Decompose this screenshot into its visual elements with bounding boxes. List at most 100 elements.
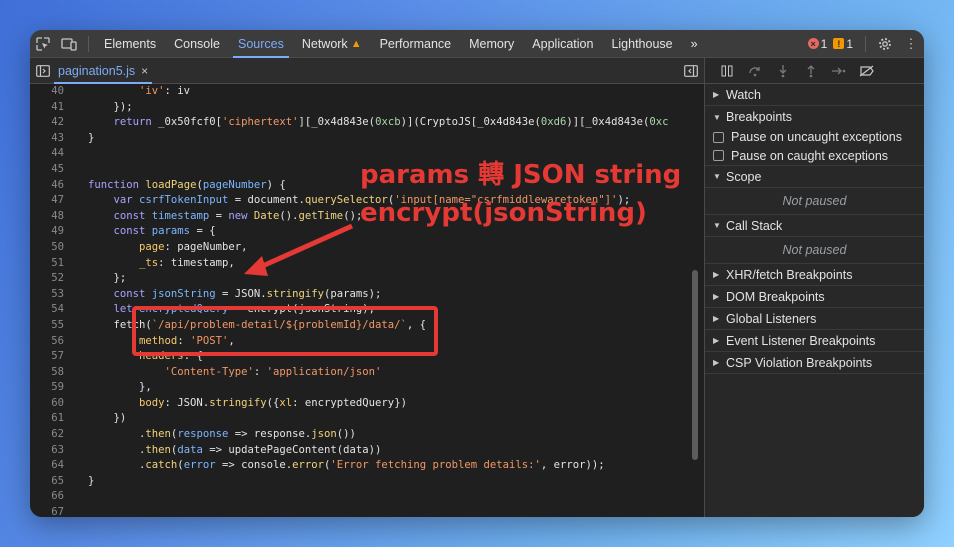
section-watch-label: Watch — [726, 87, 761, 102]
line-number[interactable]: 45 — [30, 162, 64, 178]
line-number[interactable]: 65 — [30, 474, 64, 490]
section-event-listener-breakpoints[interactable]: ▶ Event Listener Breakpoints — [705, 330, 924, 352]
warning-badge[interactable]: ! 1 — [833, 37, 853, 51]
line-number[interactable]: 50 — [30, 240, 64, 256]
kebab-menu-icon[interactable]: ⋮ — [898, 30, 924, 58]
code-text: _ts: timestamp, — [139, 256, 235, 269]
pause-caught-label: Pause on caught exceptions — [731, 148, 889, 163]
inspect-element-icon[interactable] — [30, 30, 56, 58]
code-line[interactable]: 40 'iv': iv — [30, 84, 704, 100]
section-global-listeners[interactable]: ▶ Global Listeners — [705, 308, 924, 330]
line-number[interactable]: 62 — [30, 427, 64, 443]
line-number[interactable]: 66 — [30, 489, 64, 505]
code-line[interactable]: 53 const jsonString = JSON.stringify(par… — [30, 287, 704, 303]
code-line[interactable]: 59 }, — [30, 380, 704, 396]
code-line[interactable]: 66 — [30, 489, 704, 505]
code-text: }) — [88, 412, 127, 425]
line-number[interactable]: 49 — [30, 224, 64, 240]
tab-network[interactable]: Network ▲ — [293, 30, 371, 58]
line-number[interactable]: 46 — [30, 178, 64, 194]
device-toolbar-icon[interactable] — [56, 30, 82, 58]
step-out-icon[interactable] — [797, 58, 825, 84]
code-line[interactable]: 42 return _0x50fcf0['ciphertext'][_0x4d8… — [30, 115, 704, 131]
line-number[interactable]: 44 — [30, 146, 64, 162]
step-into-icon[interactable] — [769, 58, 797, 84]
pause-icon[interactable] — [713, 58, 741, 84]
chevron-down-icon: ▼ — [713, 221, 721, 230]
code-editor[interactable]: 40 'iv': iv 41 }); 42 return _0x50fcf0['ci… — [30, 84, 704, 517]
line-number[interactable]: 60 — [30, 396, 64, 412]
code-text: }; — [88, 272, 127, 285]
code-line[interactable]: 51 _ts: timestamp, — [30, 256, 704, 272]
tab-sources[interactable]: Sources — [229, 30, 293, 58]
file-tab-pagination5[interactable]: pagination5.js × — [50, 58, 156, 84]
line-number[interactable]: 40 — [30, 84, 64, 100]
section-csp-violation-breakpoints[interactable]: ▶ CSP Violation Breakpoints — [705, 352, 924, 374]
line-number[interactable]: 52 — [30, 271, 64, 287]
section-dom-breakpoints[interactable]: ▶ DOM Breakpoints — [705, 286, 924, 308]
step-over-icon[interactable] — [741, 58, 769, 84]
tab-lighthouse[interactable]: Lighthouse — [602, 30, 681, 58]
debugger-toolbar — [705, 58, 924, 84]
editor-scrollbar[interactable] — [692, 270, 698, 460]
pause-uncaught-option[interactable]: Pause on uncaught exceptions — [705, 128, 924, 146]
error-badge[interactable]: × 1 — [807, 37, 827, 51]
line-number[interactable]: 56 — [30, 334, 64, 350]
line-number[interactable]: 58 — [30, 365, 64, 381]
deactivate-breakpoints-icon[interactable] — [853, 58, 881, 84]
toggle-debugger-icon[interactable] — [678, 58, 704, 84]
code-line[interactable]: 64 .catch(error => console.error('Error … — [30, 458, 704, 474]
section-scope[interactable]: ▼ Scope — [705, 166, 924, 188]
code-line[interactable]: 61 }) — [30, 411, 704, 427]
section-breakpoints[interactable]: ▼ Breakpoints — [705, 106, 924, 128]
line-number[interactable]: 61 — [30, 411, 64, 427]
annotation-text: params 轉 JSON string encrypt(jsonString) — [360, 156, 681, 232]
code-line[interactable]: 41 }); — [30, 100, 704, 116]
code-line[interactable]: 65} — [30, 474, 704, 490]
line-number[interactable]: 64 — [30, 458, 64, 474]
code-line[interactable]: 63 .then(data => updatePageContent(data)… — [30, 443, 704, 459]
step-icon[interactable] — [825, 58, 853, 84]
tab-console[interactable]: Console — [165, 30, 229, 58]
line-number[interactable]: 42 — [30, 115, 64, 131]
line-number[interactable]: 53 — [30, 287, 64, 303]
code-line[interactable]: 43} — [30, 131, 704, 147]
code-line[interactable]: 58 'Content-Type': 'application/json' — [30, 365, 704, 381]
line-number[interactable]: 47 — [30, 193, 64, 209]
code-line[interactable]: 52 }; — [30, 271, 704, 287]
code-text: return _0x50fcf0['ciphertext'][_0x4d843e… — [113, 116, 669, 129]
warning-icon: ▲ — [350, 37, 362, 50]
code-line[interactable]: 50 page: pageNumber, — [30, 240, 704, 256]
line-number[interactable]: 48 — [30, 209, 64, 225]
line-number[interactable]: 59 — [30, 380, 64, 396]
code-line[interactable]: 60 body: JSON.stringify({xl: encryptedQu… — [30, 396, 704, 412]
line-number[interactable]: 54 — [30, 302, 64, 318]
section-watch[interactable]: ▶ Watch — [705, 84, 924, 106]
tab-application[interactable]: Application — [523, 30, 602, 58]
tab-network-label: Network — [301, 36, 348, 51]
line-number[interactable]: 41 — [30, 100, 64, 116]
section-call-stack[interactable]: ▼ Call Stack — [705, 215, 924, 237]
line-number[interactable]: 43 — [30, 131, 64, 147]
line-number[interactable]: 57 — [30, 349, 64, 365]
gear-icon[interactable] — [872, 30, 898, 58]
section-breakpoints-label: Breakpoints — [726, 110, 793, 124]
close-icon[interactable]: × — [141, 64, 148, 78]
tab-performance[interactable]: Performance — [371, 30, 461, 58]
code-line[interactable]: 67 — [30, 505, 704, 517]
more-tabs-button[interactable]: » — [682, 30, 707, 58]
code-text: 'Content-Type': 'application/json' — [164, 365, 382, 378]
line-number[interactable]: 55 — [30, 318, 64, 334]
line-number[interactable]: 63 — [30, 443, 64, 459]
section-xhr-breakpoints[interactable]: ▶ XHR/fetch Breakpoints — [705, 264, 924, 286]
code-line[interactable]: 62 .then(response => response.json()) — [30, 427, 704, 443]
checkbox-caught[interactable] — [713, 150, 724, 161]
tab-memory[interactable]: Memory — [460, 30, 523, 58]
tab-elements[interactable]: Elements — [95, 30, 165, 58]
pause-caught-option[interactable]: Pause on caught exceptions — [705, 146, 924, 166]
line-number[interactable]: 51 — [30, 256, 64, 272]
checkbox-uncaught[interactable] — [713, 131, 724, 143]
line-number[interactable]: 67 — [30, 505, 64, 517]
